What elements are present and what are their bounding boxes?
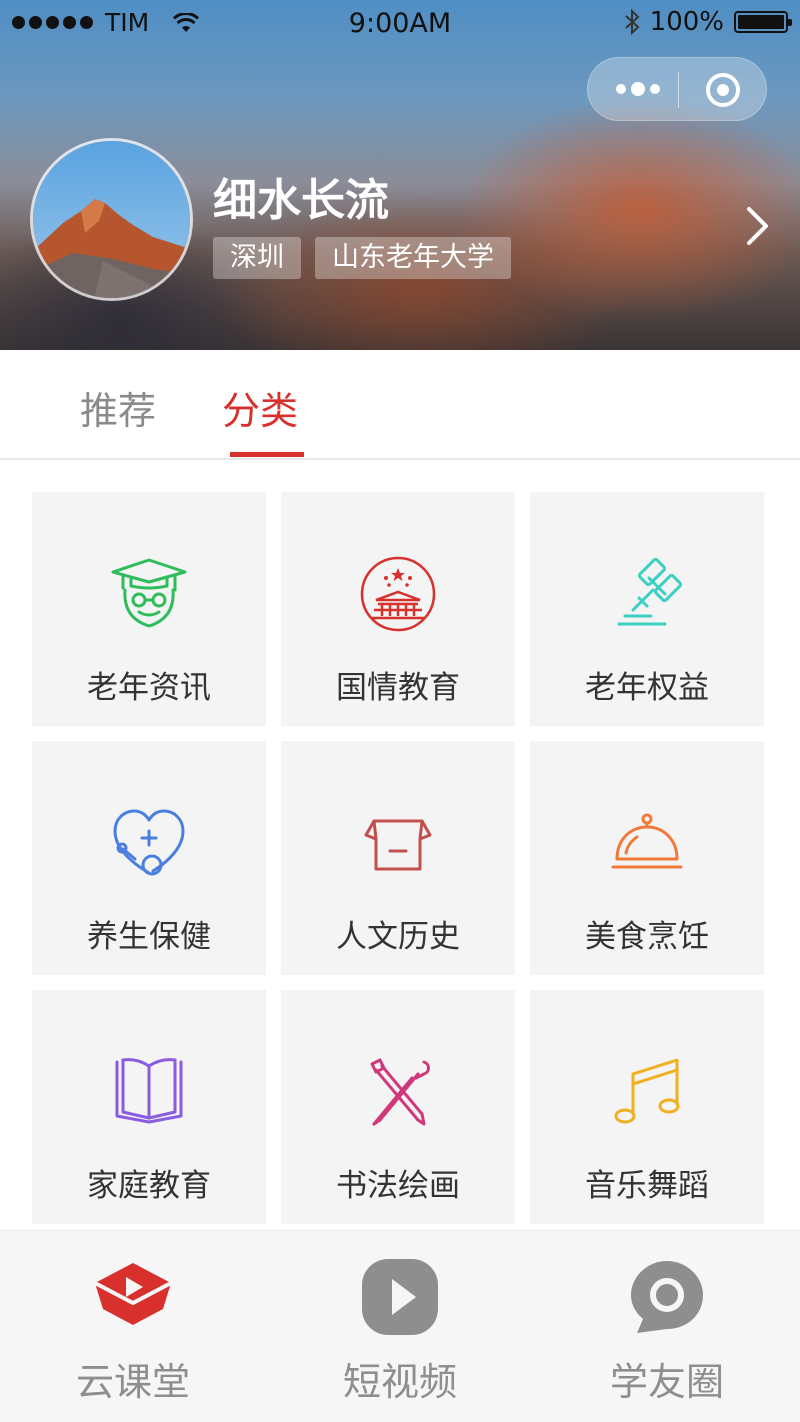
capsule-divider <box>678 72 679 108</box>
nav-item-classmates[interactable]: 学友圈 <box>534 1231 800 1422</box>
profile-header: TIM 9:00AM 100% 细水长流 深圳 山东老年大学 <box>0 0 800 350</box>
category-card[interactable]: 养生保健 <box>32 741 266 975</box>
scroll-icon <box>364 819 432 871</box>
gavel-icon <box>617 557 683 626</box>
tiananmen-icon <box>360 556 436 632</box>
more-dots-icon[interactable] <box>616 82 660 96</box>
avatar[interactable] <box>30 138 193 301</box>
battery-icon <box>734 11 792 33</box>
mountain-photo-icon <box>33 141 190 298</box>
category-card[interactable]: 家庭教育 <box>32 990 266 1224</box>
chat-circle-icon <box>631 1261 703 1333</box>
category-label: 美食烹饪 <box>585 919 709 955</box>
brush-pen-icon <box>370 1058 430 1126</box>
nav-item-short-video[interactable]: 短视频 <box>267 1231 533 1422</box>
music-note-icon <box>614 1058 680 1124</box>
category-label: 人文历史 <box>336 919 460 955</box>
profile-tags: 深圳 山东老年大学 <box>213 237 511 279</box>
nav-label: 云课堂 <box>75 1360 190 1404</box>
category-label: 老年资讯 <box>87 670 211 706</box>
close-target-icon[interactable] <box>706 73 740 107</box>
active-tab-indicator <box>230 452 304 457</box>
cloud-class-icon <box>94 1263 172 1325</box>
user-name: 细水长流 <box>213 175 389 226</box>
category-card[interactable]: 书法绘画 <box>281 990 515 1224</box>
category-card[interactable]: 老年权益 <box>530 492 764 726</box>
tab-recommend[interactable]: 推荐 <box>80 380 156 435</box>
bottom-tab-bar: 云课堂 短视频 学友圈 <box>0 1230 800 1422</box>
category-label: 家庭教育 <box>87 1168 211 1204</box>
location-tag: 深圳 <box>213 237 301 279</box>
category-label: 书法绘画 <box>336 1168 460 1204</box>
category-card[interactable]: 老年资讯 <box>32 492 266 726</box>
play-icon <box>362 1259 438 1335</box>
health-heart-icon <box>113 809 185 876</box>
nav-label: 学友圈 <box>609 1360 724 1404</box>
chevron-right-icon[interactable] <box>745 205 771 247</box>
tab-bar: 推荐 分类 <box>0 350 800 460</box>
category-label: 国情教育 <box>336 670 460 706</box>
nav-item-cloud-class[interactable]: 云课堂 <box>0 1231 266 1422</box>
category-label: 养生保健 <box>87 919 211 955</box>
category-card[interactable]: 音乐舞蹈 <box>530 990 764 1224</box>
cloche-icon <box>611 813 683 869</box>
category-label: 老年权益 <box>585 670 709 706</box>
category-card[interactable]: 美食烹饪 <box>530 741 764 975</box>
battery-percent: 100% <box>649 7 724 37</box>
graduate-icon <box>111 558 187 628</box>
book-icon <box>115 1058 183 1124</box>
tab-category[interactable]: 分类 <box>222 380 298 435</box>
category-card[interactable]: 人文历史 <box>281 741 515 975</box>
nav-label: 短视频 <box>342 1360 457 1404</box>
status-bar: TIM 9:00AM 100% <box>0 0 800 50</box>
school-tag: 山东老年大学 <box>315 237 511 279</box>
category-label: 音乐舞蹈 <box>585 1168 709 1204</box>
category-card[interactable]: 国情教育 <box>281 492 515 726</box>
mini-program-capsule <box>587 57 767 121</box>
bluetooth-icon <box>624 8 640 36</box>
